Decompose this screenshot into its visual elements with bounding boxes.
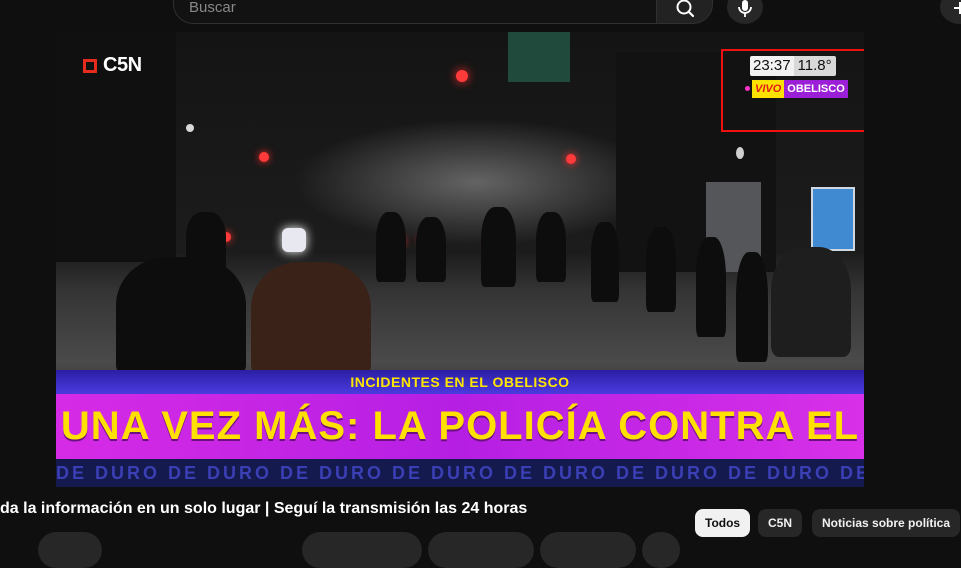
scene-lit-sign xyxy=(811,187,855,251)
plus-icon xyxy=(954,2,961,14)
scene-person xyxy=(696,237,726,337)
microphone-icon xyxy=(738,0,752,17)
scene-person xyxy=(536,212,566,282)
banner-headline: UNA VEZ MÁS: LA POLICÍA CONTRA EL PUEBLO xyxy=(56,394,864,487)
banner-strip: DE DURO DE DURO DE DURO DE DURO DE DURO … xyxy=(56,459,864,487)
scene-person xyxy=(251,262,371,377)
save-button[interactable] xyxy=(540,532,636,568)
more-actions-button[interactable] xyxy=(642,532,680,568)
video-title: da la información en un solo lugar | Seg… xyxy=(0,500,528,517)
share-button[interactable] xyxy=(428,532,534,568)
like-button[interactable] xyxy=(302,532,422,568)
scene-white-light xyxy=(282,228,306,252)
scene-person xyxy=(416,217,446,282)
video-player[interactable]: C5N 23:37 11.8° VIVO OBELISCO INCIDENTES… xyxy=(56,32,864,487)
voice-search-button[interactable] xyxy=(727,0,763,24)
search-placeholder: Buscar xyxy=(189,0,236,16)
annotation-highlight-box xyxy=(721,49,864,132)
scene-red-light xyxy=(566,154,576,164)
search-input[interactable]: Buscar xyxy=(173,0,657,24)
scene-person xyxy=(771,247,851,357)
scene-white-light xyxy=(186,124,194,132)
scene-green-sign xyxy=(508,32,570,82)
scene-person xyxy=(186,212,226,272)
scene-person xyxy=(646,227,676,312)
scene-person xyxy=(116,257,246,377)
search-button[interactable] xyxy=(656,0,713,24)
search-icon xyxy=(676,0,695,18)
chip-all[interactable]: Todos xyxy=(695,509,751,537)
logo-square-icon xyxy=(83,58,97,73)
banner-kicker-text: INCIDENTES EN EL OBELISCO xyxy=(350,374,570,390)
scene-red-light xyxy=(456,70,468,82)
scene-person xyxy=(736,252,768,362)
scene-person xyxy=(481,207,516,287)
scene-white-light xyxy=(736,147,744,159)
banner-kicker: INCIDENTES EN EL OBELISCO xyxy=(56,370,864,394)
chip-politics-news[interactable]: Noticias sobre política xyxy=(812,509,961,537)
banner-strip-text: DE DURO DE DURO DE DURO DE DURO DE DURO … xyxy=(56,463,864,483)
scene-person xyxy=(591,222,619,302)
chip-c5n[interactable]: C5N xyxy=(758,509,803,537)
scene-person xyxy=(376,212,406,282)
channel-logo: C5N xyxy=(83,54,142,77)
channel-avatar-button[interactable] xyxy=(38,532,102,568)
scene-red-light xyxy=(259,152,269,162)
top-bar: Buscar xyxy=(0,0,961,32)
create-button[interactable] xyxy=(940,0,961,24)
channel-logo-text: C5N xyxy=(103,54,142,76)
